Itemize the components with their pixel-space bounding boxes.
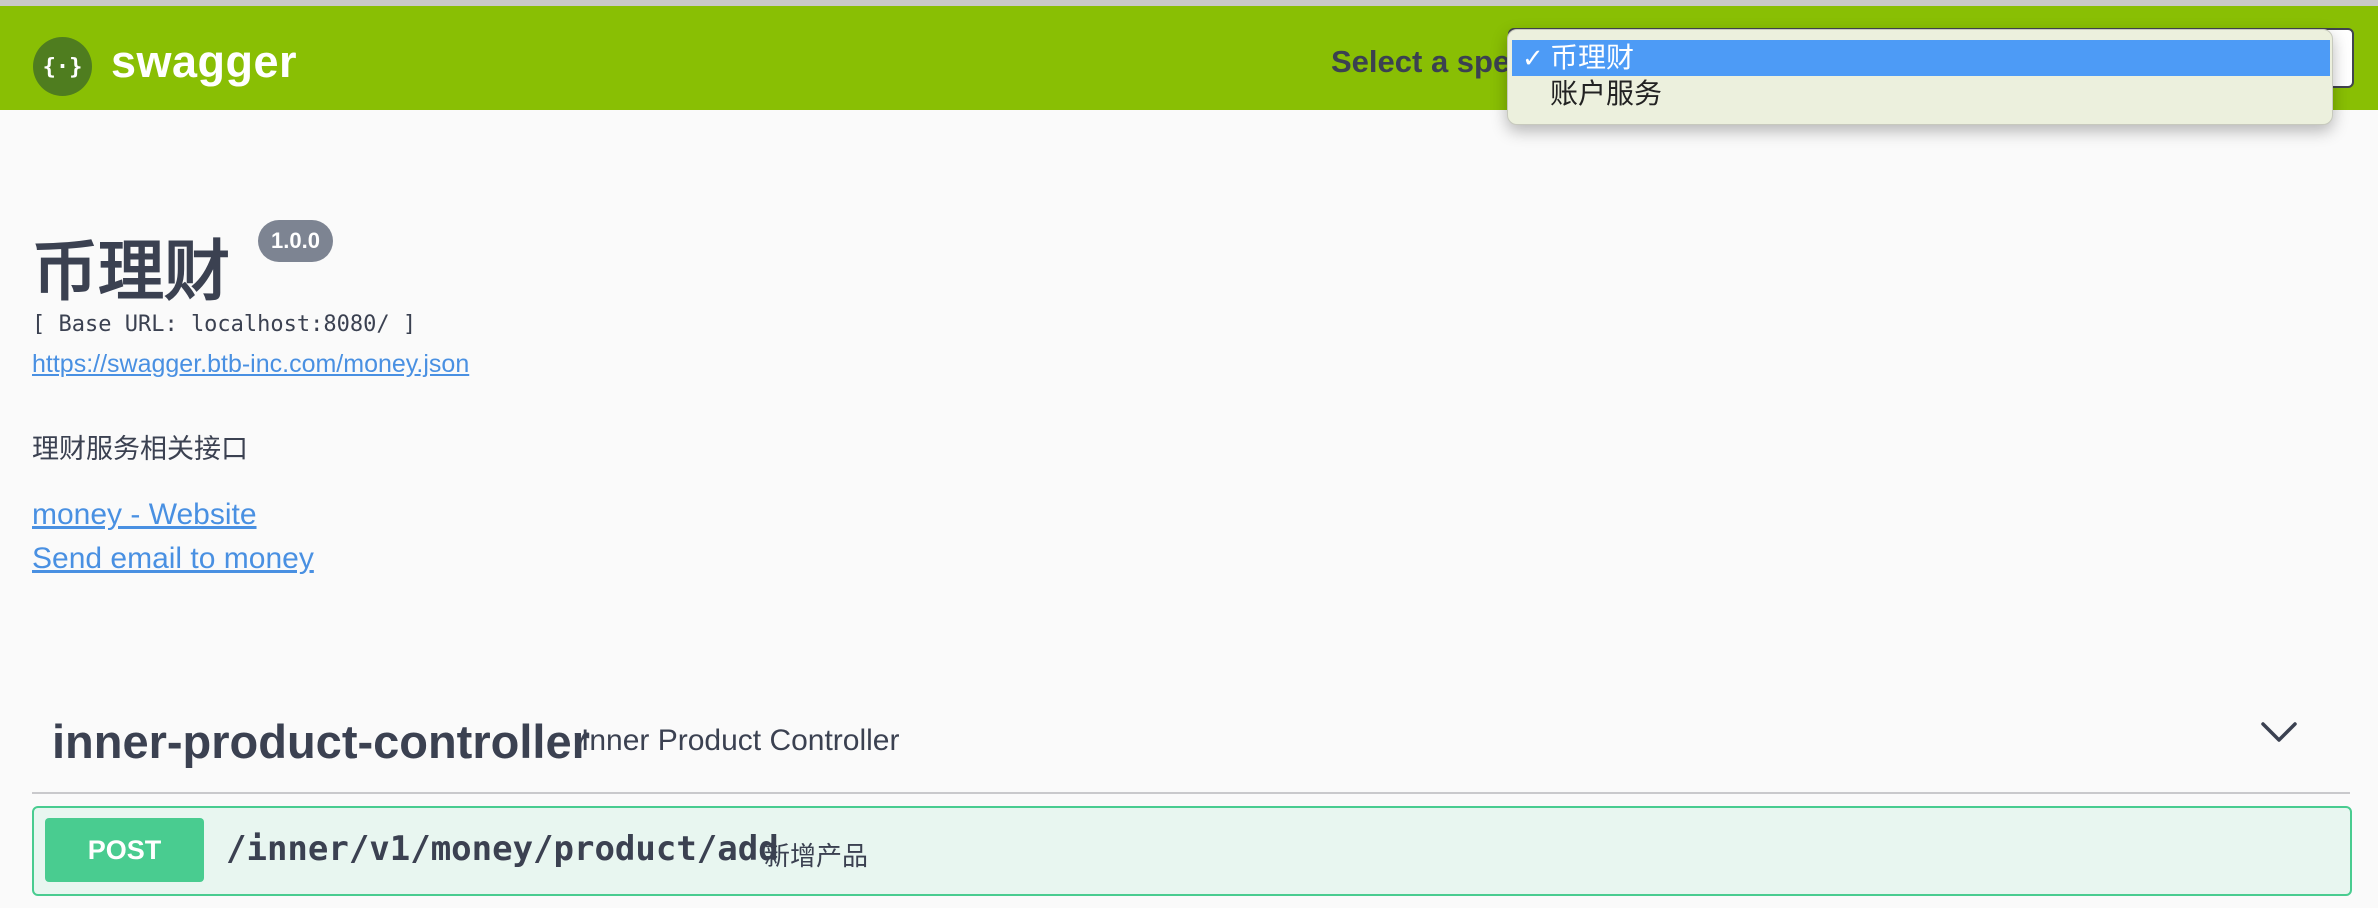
tag-description: Inner Product Controller [581,724,900,757]
email-link[interactable]: Send email to money [32,542,314,576]
operation-summary: 新增产品 [764,841,869,871]
logo-text[interactable]: swagger [111,36,297,88]
spec-url-link[interactable]: https://swagger.btb-inc.com/money.json [32,350,469,379]
spec-option-label: 币理财 [1550,42,1635,73]
tag-header-inner-product-controller[interactable]: inner-product-controller Inner Product C… [32,690,2350,794]
api-title: 币理财 [32,234,230,308]
tag-name: inner-product-controller [52,715,590,768]
spec-option-label: 账户服务 [1550,78,1663,109]
method-badge: POST [45,818,204,882]
spec-option-selected[interactable]: ✓ 币理财 [1512,40,2330,76]
operation-path: /inner/v1/money/product/add [226,829,779,869]
api-description: 理财服务相关接口 [32,434,248,464]
version-badge: 1.0.0 [258,220,333,262]
base-url: [ Base URL: localhost:8080/ ] [32,312,417,337]
spec-select-label: Select a spec [1331,44,1528,79]
swagger-braces-icon[interactable]: {·} [33,37,92,96]
operation-post-product-add[interactable]: POST /inner/v1/money/product/add 新增产品 [32,806,2352,896]
spec-dropdown-menu: ✓ 币理财 账户服务 [1507,29,2333,125]
website-link[interactable]: money - Website [32,498,257,532]
check-icon: ✓ [1522,43,1544,73]
svg-text:{·}: {·} [43,55,83,80]
chevron-down-icon[interactable] [2260,720,2298,749]
spec-option[interactable]: 账户服务 [1512,76,2330,112]
